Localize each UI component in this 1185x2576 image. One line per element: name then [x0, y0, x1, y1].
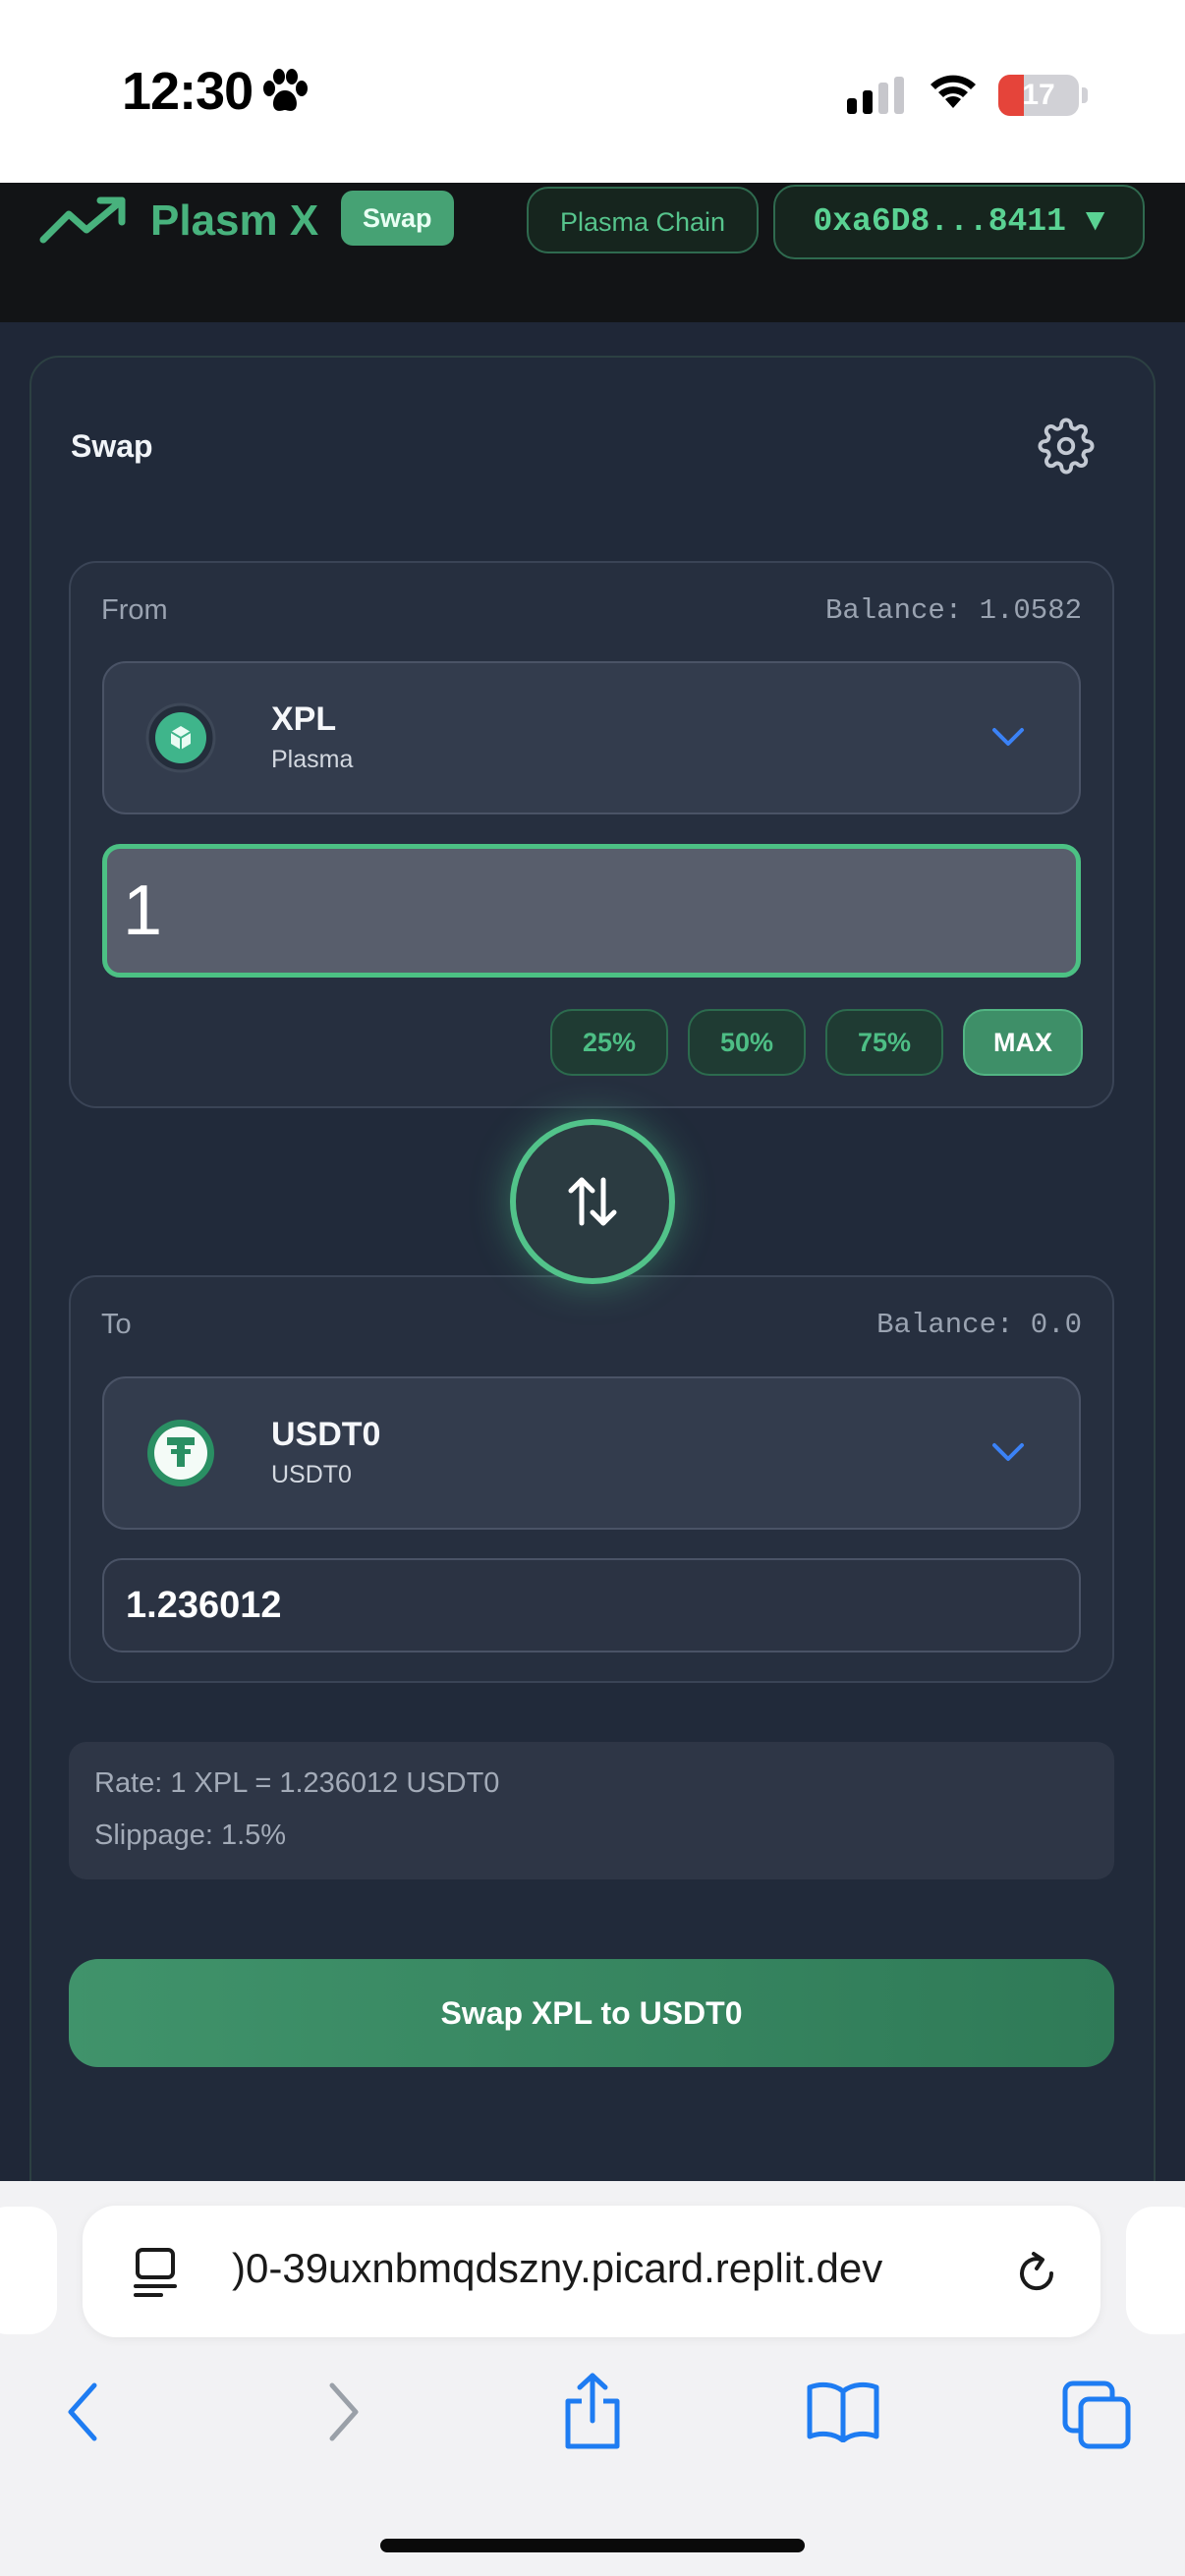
logo-text[interactable]: Plasm X — [150, 196, 318, 246]
home-indicator — [380, 2539, 805, 2552]
percent-25-button[interactable]: 25% — [550, 1009, 668, 1076]
from-token-selector[interactable]: XPL Plasma — [102, 661, 1081, 814]
swap-badge: Swap — [341, 191, 454, 246]
next-tab-preview[interactable] — [1126, 2207, 1185, 2334]
chevron-down-icon — [992, 728, 1024, 746]
share-icon[interactable] — [560, 2372, 625, 2450]
battery-level: 17 — [1022, 79, 1055, 111]
max-button[interactable]: MAX — [963, 1009, 1083, 1076]
to-token-selector[interactable]: USDT0 USDT0 — [102, 1376, 1081, 1530]
status-bar: 12:30 17 — [0, 0, 1185, 183]
slippage-text: Slippage: 1.5% — [94, 1820, 287, 1851]
wifi-icon — [931, 75, 976, 108]
to-label: To — [101, 1309, 132, 1340]
reload-icon[interactable] — [1012, 2249, 1061, 2298]
page-menu-icon[interactable] — [132, 2247, 179, 2298]
to-token-symbol: USDT0 — [271, 1416, 381, 1453]
paw-icon — [263, 69, 308, 111]
trending-up-icon[interactable] — [39, 193, 130, 248]
tabs-icon[interactable] — [1061, 2380, 1132, 2450]
from-label: From — [101, 594, 168, 626]
to-token-network: USDT0 — [271, 1461, 352, 1488]
url-text[interactable]: )0-39uxnbmqdszny.picard.replit.dev — [232, 2245, 882, 2292]
swap-vertical-icon — [568, 1177, 617, 1226]
flip-direction-button[interactable] — [510, 1119, 675, 1284]
xpl-token-icon — [145, 702, 216, 773]
cellular-signal-icon — [847, 77, 904, 114]
forward-icon[interactable] — [324, 2380, 364, 2444]
from-balance: Balance: 1.0582 — [824, 594, 1082, 627]
percent-75-button[interactable]: 75% — [825, 1009, 943, 1076]
status-time: 12:30 — [122, 62, 254, 121]
card-title: Swap — [71, 428, 153, 464]
address-bar[interactable]: )0-39uxnbmqdszny.picard.replit.dev — [83, 2206, 1100, 2337]
percent-50-button[interactable]: 50% — [688, 1009, 806, 1076]
rate-info: Rate: 1 XPL = 1.236012 USDT0 Slippage: 1… — [69, 1742, 1114, 1879]
wallet-address-button[interactable]: 0xa6D8...8411 ▼ — [773, 185, 1145, 259]
to-balance: Balance: 0.0 — [876, 1309, 1082, 1341]
from-amount-input[interactable]: 1 — [102, 844, 1081, 978]
battery-tip — [1082, 87, 1088, 103]
chain-selector-button[interactable]: Plasma Chain — [527, 187, 759, 253]
swap-submit-button[interactable]: Swap XPL to USDT0 — [69, 1959, 1114, 2067]
app-header: Plasm X Swap Plasma Chain 0xa6D8...8411 … — [0, 183, 1185, 322]
rate-text: Rate: 1 XPL = 1.236012 USDT0 — [94, 1767, 500, 1799]
chevron-down-icon — [992, 1443, 1024, 1461]
usdt0-token-icon — [147, 1420, 214, 1486]
to-amount-output: 1.236012 — [102, 1558, 1081, 1652]
back-icon[interactable] — [63, 2380, 102, 2444]
from-token-symbol: XPL — [271, 700, 337, 738]
previous-tab-preview[interactable] — [0, 2207, 57, 2334]
from-token-network: Plasma — [271, 746, 354, 773]
battery-icon: 17 — [998, 75, 1079, 116]
gear-icon[interactable] — [1038, 418, 1095, 475]
bookmarks-icon[interactable] — [806, 2380, 880, 2442]
